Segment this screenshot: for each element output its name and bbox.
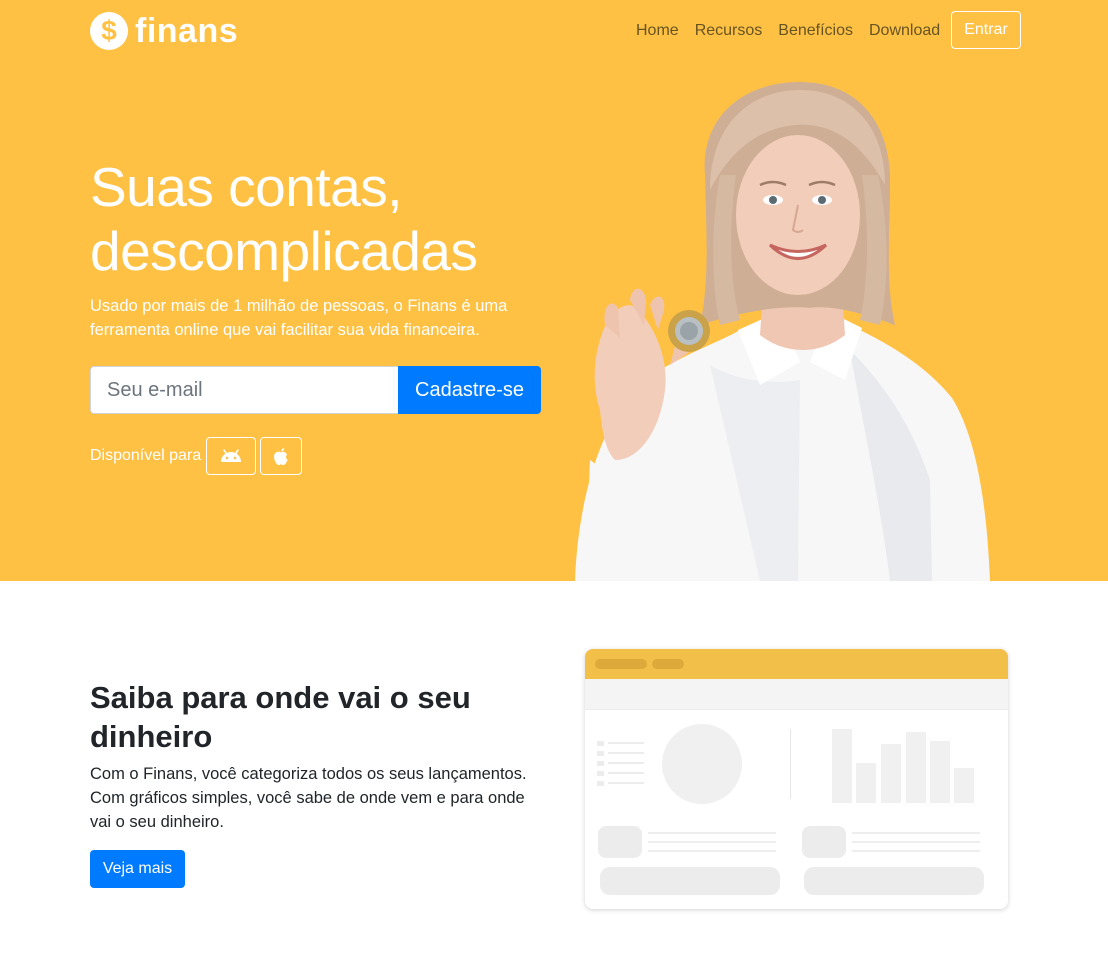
nav-links: Home Recursos Benefícios Download <box>636 21 956 41</box>
mockup-header-pill <box>595 659 647 669</box>
nav-link-home[interactable]: Home <box>636 21 679 41</box>
mockup-toolbar <box>585 679 1008 710</box>
mockup-header-pill <box>652 659 684 669</box>
brand-name: finans <box>135 12 239 50</box>
login-button[interactable]: Entrar <box>951 11 1021 49</box>
android-icon <box>221 449 242 462</box>
signup-button[interactable]: Cadastre-se <box>398 366 541 414</box>
dollar-coin-icon: $ <box>90 12 128 50</box>
see-more-button[interactable]: Veja mais <box>90 850 185 888</box>
logo-mark-glyph: $ <box>101 15 117 46</box>
apple-icon <box>274 447 288 465</box>
hero-section: $ finans Home Recursos Benefícios Downlo… <box>0 0 1108 581</box>
available-label: Disponível para <box>90 447 202 464</box>
feature-title: Saiba para onde vai o seu dinheiro <box>90 680 471 754</box>
android-button[interactable] <box>206 437 257 475</box>
dashboard-mockup-image <box>585 649 1008 909</box>
apple-button[interactable] <box>260 437 303 475</box>
email-input[interactable] <box>90 366 398 414</box>
mockup-content <box>597 724 984 895</box>
signup-form: Cadastre-se <box>90 366 541 414</box>
nav-link-beneficios[interactable]: Benefícios <box>778 21 853 41</box>
hero-title: Suas contas, descomplicadas <box>90 156 478 282</box>
nav-link-recursos[interactable]: Recursos <box>695 21 763 41</box>
woman-holding-coin-image <box>575 82 990 581</box>
available-platforms: Disponível para <box>90 437 306 475</box>
brand-logo[interactable]: $ finans <box>90 12 238 50</box>
feature-description: Com o Finans, você categoriza todos os s… <box>90 765 527 831</box>
navbar: $ finans Home Recursos Benefícios Downlo… <box>0 0 1108 62</box>
mockup-header-bar <box>585 649 1008 679</box>
nav-link-download[interactable]: Download <box>869 21 940 41</box>
hero-subtitle: Usado por mais de 1 milhão de pessoas, o… <box>90 297 508 339</box>
